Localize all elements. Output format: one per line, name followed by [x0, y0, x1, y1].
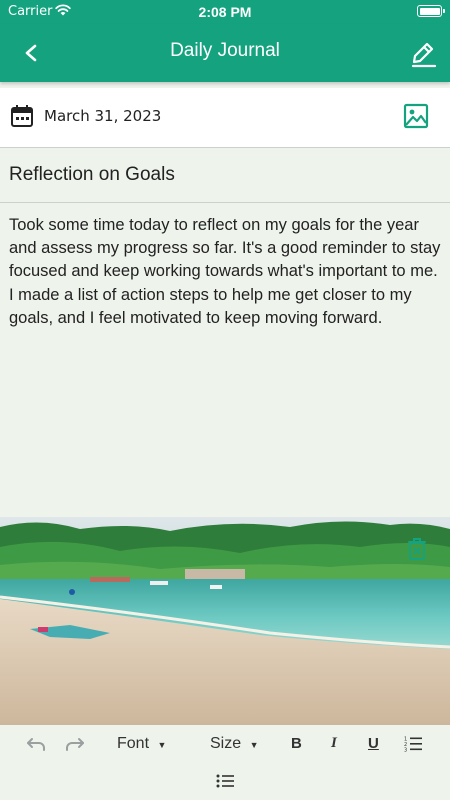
italic-button[interactable]: I [331, 735, 337, 752]
caret-down-icon: ▼ [249, 740, 259, 750]
undo-icon[interactable] [26, 735, 46, 753]
bold-button[interactable]: B [291, 735, 302, 752]
clock: 2:08 PM [198, 4, 252, 20]
entry-date[interactable]: March 31, 2023 [44, 107, 161, 125]
image-icon[interactable] [402, 102, 430, 130]
bullet-list-icon[interactable] [216, 773, 234, 789]
size-label: Size [210, 735, 242, 752]
numbered-list-icon[interactable]: 1 2 3 [404, 735, 422, 753]
page-title: Daily Journal [170, 40, 280, 61]
battery-icon [417, 5, 445, 17]
calendar-icon[interactable] [10, 104, 34, 128]
size-dropdown[interactable]: Size ▼ [210, 735, 259, 753]
underline-button[interactable]: U [368, 735, 379, 752]
date-row: March 31, 2023 [0, 88, 450, 148]
delete-image-icon[interactable] [406, 537, 428, 561]
status-bar: Carrier 2:08 PM [0, 0, 450, 24]
font-label: Font [117, 735, 150, 752]
svg-text:3: 3 [404, 748, 407, 754]
redo-icon[interactable] [65, 735, 85, 753]
caret-down-icon: ▼ [157, 740, 167, 750]
entry-photo[interactable] [0, 517, 450, 725]
nav-bar: Daily Journal [0, 24, 450, 82]
font-dropdown[interactable]: Font ▼ [117, 735, 166, 753]
formatting-toolbar: Font ▼ Size ▼ B I U 1 2 3 [0, 725, 450, 800]
entry-body[interactable]: Took some time today to reflect on my go… [9, 214, 445, 330]
beach-photo [0, 517, 450, 725]
entry-title: Reflection on Goals [9, 164, 175, 185]
pencil-icon[interactable] [406, 36, 440, 70]
entry-title-field[interactable]: Reflection on Goals [0, 149, 450, 203]
